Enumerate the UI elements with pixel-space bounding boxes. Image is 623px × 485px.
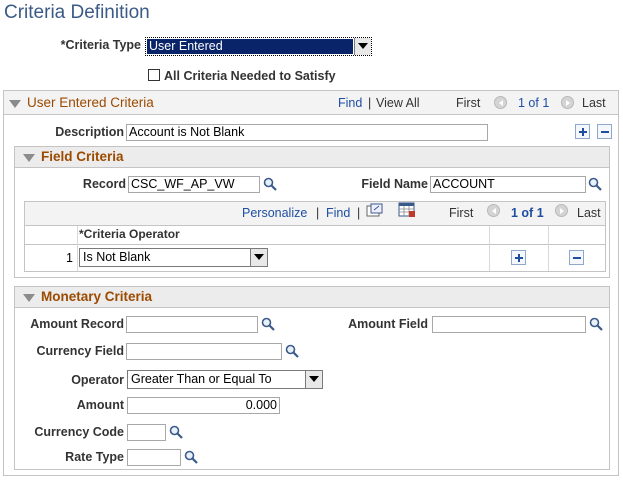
next-icon[interactable] (555, 204, 568, 217)
currency-field-label: Currency Field (36, 344, 124, 358)
delete-row-icon[interactable] (597, 124, 612, 139)
personalize-link[interactable]: Personalize (242, 206, 307, 220)
record-label: Record (82, 177, 126, 191)
field-criteria-title[interactable]: Field Criteria (23, 149, 124, 164)
previous-icon[interactable] (494, 96, 507, 109)
collapse-icon (23, 153, 35, 162)
amount-field[interactable]: 0.000 (127, 397, 280, 414)
search-icon[interactable] (184, 450, 198, 464)
view-in-new-window-icon[interactable] (366, 203, 383, 218)
chevron-down-icon (250, 249, 267, 266)
search-icon[interactable] (589, 317, 603, 331)
criteria-operator-header: *Criteria Operator (79, 227, 180, 241)
separator: | (357, 206, 361, 220)
search-icon[interactable] (263, 177, 277, 191)
grid-first-label: First (449, 206, 474, 220)
download-to-spreadsheet-icon[interactable] (398, 202, 416, 218)
all-criteria-checkbox[interactable] (148, 69, 160, 81)
grid-row-count: 1 of 1 (511, 206, 544, 220)
rate-type-label: Rate Type (65, 450, 124, 464)
amount-field-label: Amount Field (348, 317, 428, 331)
description-label: Description (55, 125, 124, 139)
grid-find-link[interactable]: Find (326, 206, 350, 220)
amount-field-field[interactable] (432, 316, 586, 333)
separator: | (316, 206, 320, 220)
grid-divider (489, 226, 490, 271)
chevron-down-icon (354, 38, 371, 55)
find-link[interactable]: Find (338, 96, 362, 110)
currency-code-label: Currency Code (34, 425, 124, 439)
criteria-operator-select[interactable]: Is Not Blank (79, 248, 268, 267)
description-field[interactable]: Account is Not Blank (126, 124, 488, 141)
field-name-label: Field Name (361, 177, 428, 191)
chevron-down-icon (305, 371, 322, 388)
grid-divider (77, 226, 78, 271)
record-field[interactable]: CSC_WF_AP_VW (128, 176, 260, 193)
all-criteria-label: All Criteria Needed to Satisfy (164, 69, 336, 83)
field-name-field[interactable]: ACCOUNT (430, 176, 586, 193)
next-icon[interactable] (561, 96, 574, 109)
delete-row-icon[interactable] (569, 250, 584, 265)
last-label: Last (582, 96, 606, 110)
row-number: 1 (66, 251, 73, 265)
monetary-criteria-title[interactable]: Monetary Criteria (23, 289, 152, 304)
operator-label: Operator (71, 373, 124, 387)
criteria-operator-value: Is Not Blank (83, 250, 151, 264)
collapse-icon (9, 99, 21, 108)
row-count: 1 of 1 (518, 96, 550, 110)
first-label: First (456, 96, 481, 110)
add-row-icon[interactable] (575, 124, 590, 139)
page-title: Criteria Definition (4, 2, 150, 23)
criteria-type-select[interactable]: User Entered (145, 37, 372, 56)
previous-icon[interactable] (487, 204, 500, 217)
search-icon[interactable] (285, 344, 299, 358)
amount-label: Amount (76, 398, 124, 412)
currency-code-field[interactable] (127, 424, 166, 441)
collapse-icon (23, 293, 35, 302)
operator-value: Greater Than or Equal To (131, 372, 272, 386)
currency-field-field[interactable] (126, 343, 282, 360)
add-row-icon[interactable] (511, 250, 526, 265)
criteria-type-value: User Entered (147, 39, 353, 54)
search-icon[interactable] (169, 425, 183, 439)
rate-type-field[interactable] (127, 449, 181, 466)
operator-select[interactable]: Greater Than or Equal To (127, 370, 323, 389)
separator: | (368, 96, 372, 110)
search-icon[interactable] (261, 317, 275, 331)
amount-record-field[interactable] (126, 316, 258, 333)
search-icon[interactable] (588, 177, 602, 191)
grid-divider (548, 226, 549, 271)
user-entered-title[interactable]: User Entered Criteria (9, 95, 154, 110)
grid-last-label: Last (577, 206, 601, 220)
criteria-type-label: *Criteria Type (60, 38, 141, 52)
view-all-link[interactable]: View All (376, 96, 420, 110)
amount-record-label: Amount Record (30, 317, 124, 331)
